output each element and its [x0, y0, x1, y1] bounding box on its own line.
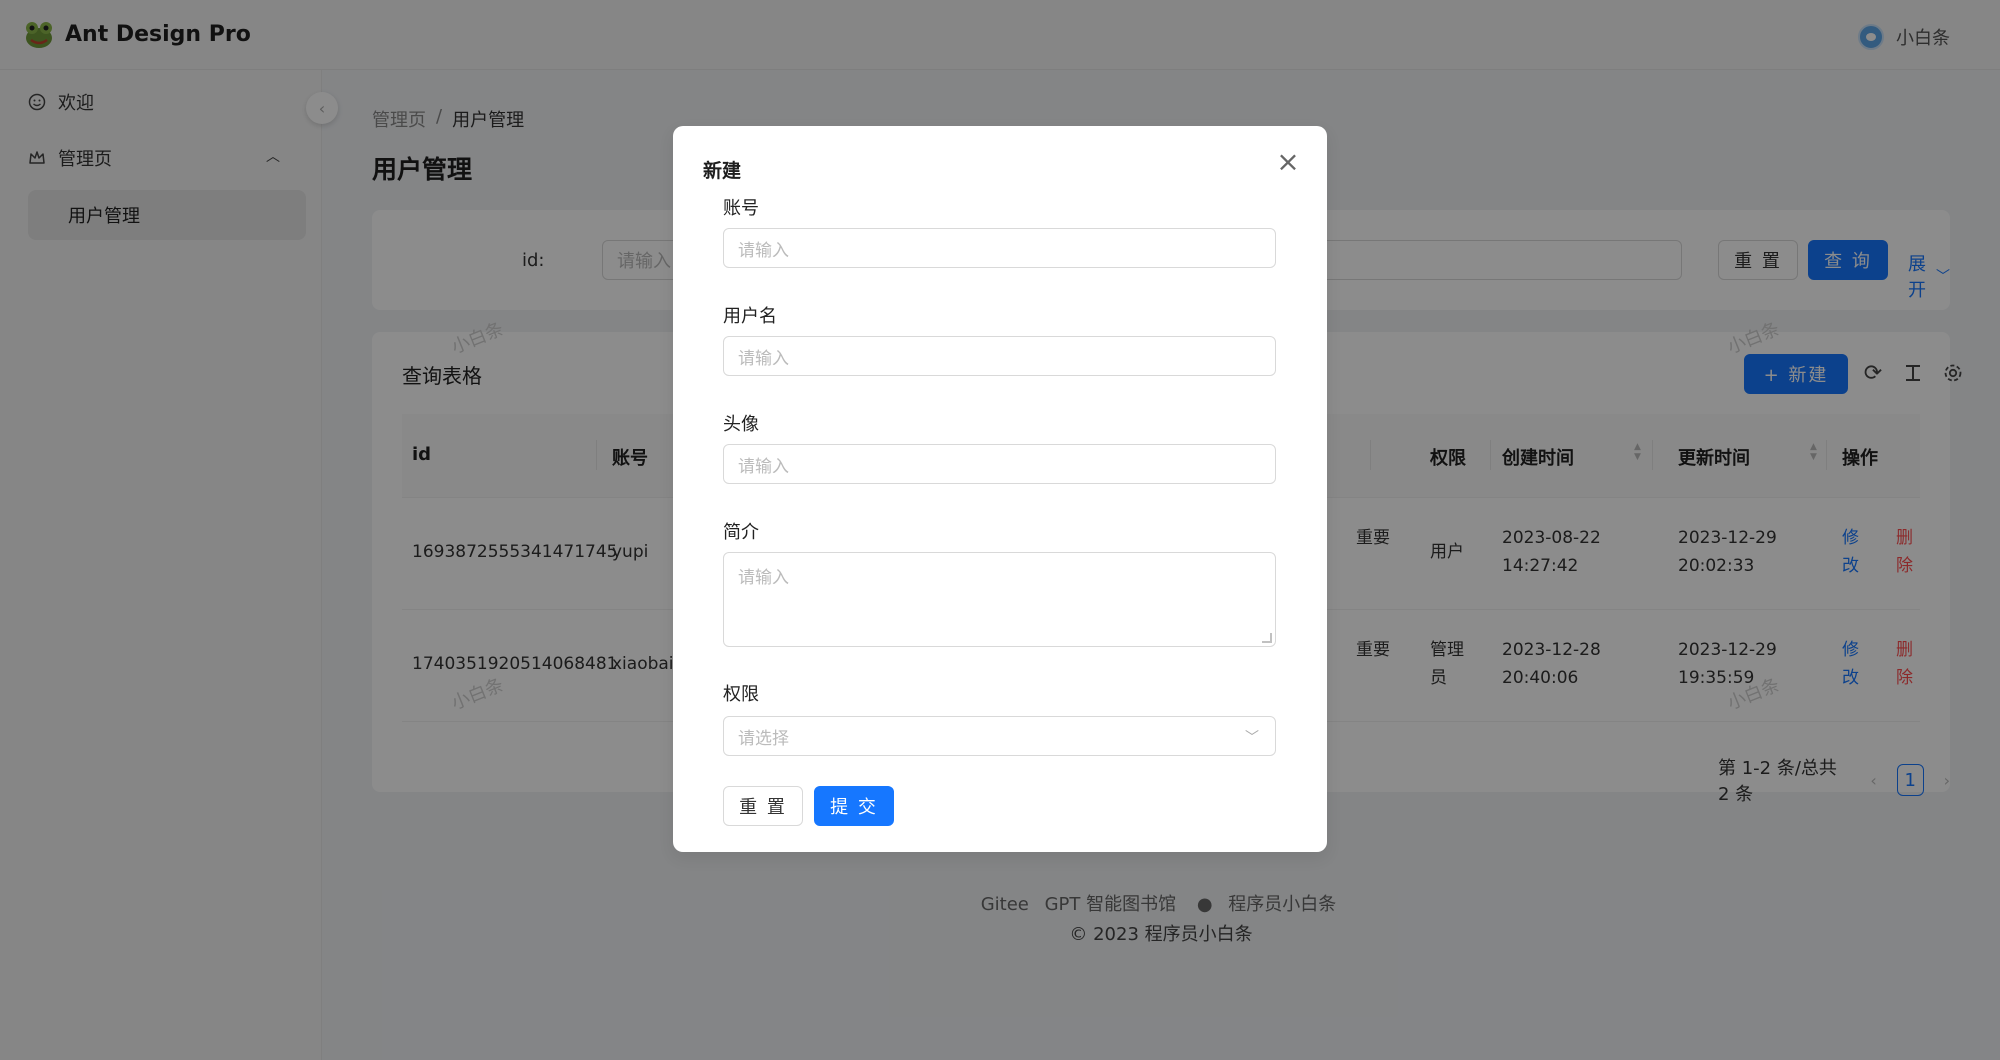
modal-submit-button[interactable]: 提 交 — [814, 786, 894, 826]
create-modal: 新建 × 账号 请输入 用户名 请输入 头像 请输入 简介 请输入 权限 请选择… — [673, 126, 1327, 852]
avatar-label: 头像 — [723, 414, 759, 435]
username-label: 用户名 — [723, 306, 777, 327]
profile-label: 简介 — [723, 522, 759, 543]
role-select-placeholder: 请选择 — [738, 728, 789, 749]
role-select[interactable]: 请选择 ﹀ — [723, 716, 1276, 756]
resize-handle-icon[interactable] — [1262, 633, 1272, 643]
close-icon[interactable]: × — [1275, 145, 1301, 178]
avatar-url-input[interactable]: 请输入 — [723, 444, 1276, 484]
account-input[interactable]: 请输入 — [723, 228, 1276, 268]
username-input[interactable]: 请输入 — [723, 336, 1276, 376]
account-label: 账号 — [723, 198, 759, 219]
profile-placeholder: 请输入 — [738, 568, 789, 588]
modal-reset-button[interactable]: 重 置 — [723, 786, 803, 826]
role-label: 权限 — [723, 684, 759, 705]
profile-textarea[interactable]: 请输入 — [723, 552, 1276, 647]
modal-title: 新建 — [703, 160, 742, 182]
chevron-down-icon: ﹀ — [1245, 730, 1259, 746]
